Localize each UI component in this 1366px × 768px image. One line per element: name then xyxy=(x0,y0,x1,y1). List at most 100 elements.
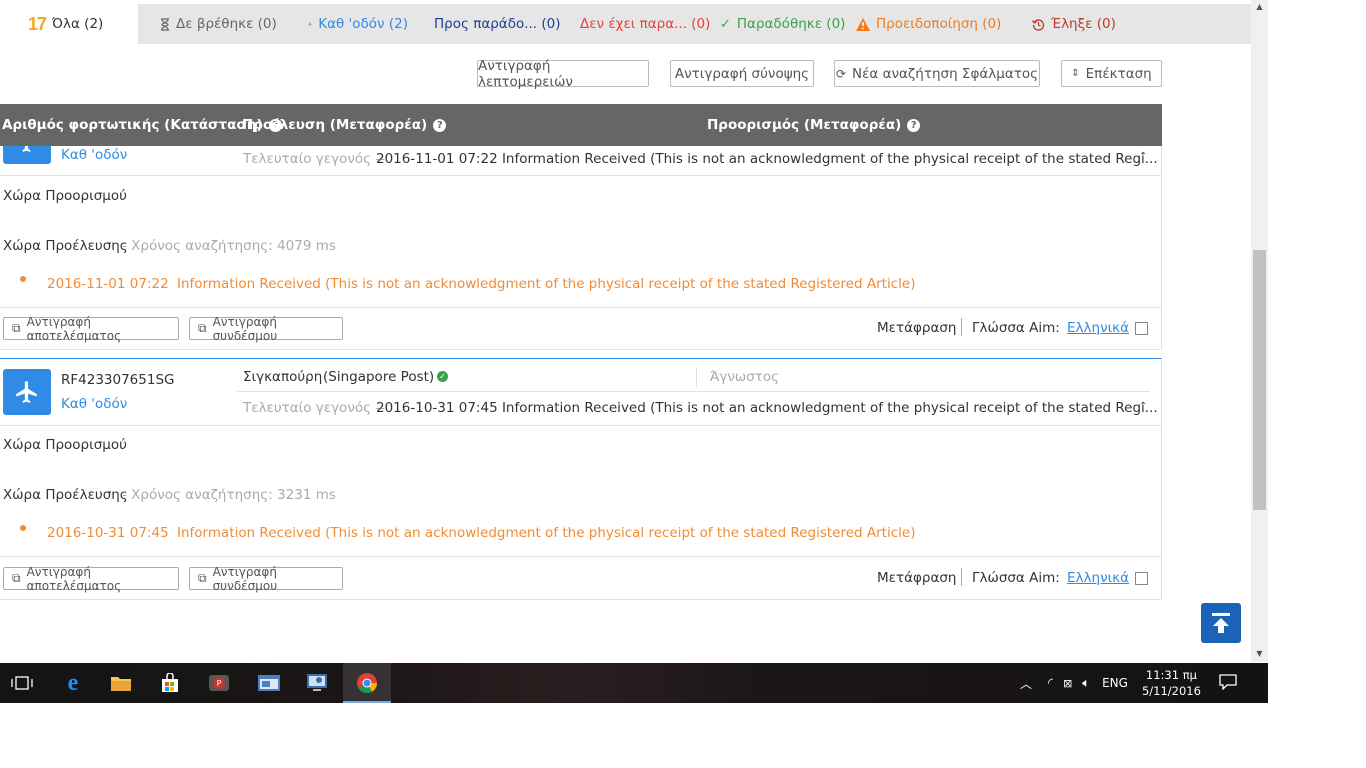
edge-icon[interactable]: e xyxy=(61,670,85,696)
check-icon: ✓ xyxy=(720,16,731,32)
input-language[interactable]: ENG xyxy=(1102,676,1128,690)
scroll-up-arrow-icon[interactable]: ▲ xyxy=(1251,2,1268,12)
logo-17-icon: 17 xyxy=(28,13,47,34)
notification-center-icon[interactable] xyxy=(1219,673,1237,693)
clock-date: 5/11/2016 xyxy=(1141,684,1201,698)
origin-country: Χώρα Προέλευσης xyxy=(3,487,128,503)
tab-label: Δεν έχει παρα... (0) xyxy=(580,16,711,32)
tab-all[interactable]: 17 Όλα (2) xyxy=(0,4,138,44)
copy-details-button[interactable]: Αντιγραφή λεπτομερειών xyxy=(477,58,649,90)
store-icon[interactable] xyxy=(158,671,182,695)
table-header: Αριθμός φορτωτικής (Κατάσταση) ? Προέλευ… xyxy=(0,104,1162,146)
screen-margin xyxy=(1268,0,1366,768)
copy-link-button[interactable]: ⧉ Αντιγραφή συνδέσμου xyxy=(189,564,343,593)
event-dot-icon xyxy=(20,276,26,282)
verified-check-icon: ✓ xyxy=(437,371,448,382)
tab-not-found[interactable]: Δε βρέθηκε (0) xyxy=(138,4,290,44)
copy-icon: ⧉ xyxy=(198,321,207,335)
card-status: Καθ 'οδόν xyxy=(61,396,128,412)
tab-label: Όλα (2) xyxy=(52,16,104,32)
tab-label: Προς παράδο... (0) xyxy=(434,16,561,32)
copy-icon: ⧉ xyxy=(198,571,207,585)
divider xyxy=(0,425,1162,426)
language-label: Γλώσσα Aim: xyxy=(972,320,1060,336)
event-text: Information Received (This is not an ack… xyxy=(177,276,916,292)
copy-result-button[interactable]: ⧉ Αντιγραφή αποτελέσματος xyxy=(3,564,179,593)
event-text: Information Received (This is not an ack… xyxy=(177,525,916,541)
copy-icon: ⧉ xyxy=(12,571,21,585)
app-remote-icon[interactable] xyxy=(305,671,329,695)
refresh-icon: ⟳ xyxy=(835,66,846,81)
task-view-icon[interactable] xyxy=(10,671,34,695)
network-icon[interactable]: ⊠ xyxy=(1063,677,1072,690)
tab-label: Έληξε (0) xyxy=(1051,16,1116,32)
destination-country: Χώρα Προορισμού xyxy=(3,188,127,204)
back-to-top-button[interactable] xyxy=(1201,603,1241,643)
header-tracking-col: Αριθμός φορτωτικής (Κατάσταση) ? xyxy=(2,117,282,133)
translate-label[interactable]: Μετάφραση xyxy=(877,570,956,586)
tab-expired[interactable]: Έληξε (0) xyxy=(1022,4,1142,44)
header-label: Αριθμός φορτωτικής (Κατάσταση) xyxy=(2,117,263,133)
tab-out-for-delivery[interactable]: Προς παράδο... (0) xyxy=(420,4,564,44)
tracking-number[interactable]: RF423307651SG xyxy=(61,372,174,388)
separator xyxy=(961,318,962,336)
tab-label: Παραδόθηκε (0) xyxy=(736,16,846,32)
language-link[interactable]: Ελληνικά xyxy=(1067,570,1129,586)
show-hidden-icons-chevron-icon[interactable]: ︿ xyxy=(1020,675,1032,692)
collapse-chevron-icon[interactable]: ⌃ xyxy=(1139,151,1147,162)
plane-icon xyxy=(16,381,37,403)
translate-checkbox[interactable] xyxy=(1135,572,1148,585)
tab-in-transit[interactable]: Καθ 'οδόν (2) xyxy=(290,4,420,44)
tab-alert[interactable]: Προειδοποίηση (0) xyxy=(848,4,1022,44)
expand-icon: ⇕ xyxy=(1071,68,1080,79)
last-event-text: 2016-11-01 07:22 Information Received (T… xyxy=(376,151,1158,167)
search-time: - Χρόνος αναζήτησης: 3231 ms xyxy=(122,487,336,503)
new-search-button[interactable]: ⟳ Νέα αναζήτηση Σφάλματος xyxy=(834,60,1040,87)
in-transit-status-icon xyxy=(3,369,51,415)
tab-label: Δε βρέθηκε (0) xyxy=(176,16,277,32)
tab-label: Προειδοποίηση (0) xyxy=(876,16,1002,32)
volume-icon[interactable]: 🔈︎ xyxy=(1082,676,1090,691)
screen-margin xyxy=(0,703,1366,768)
copy-result-button[interactable]: ⧉ Αντιγραφή αποτελέσματος xyxy=(3,314,179,343)
plane-icon xyxy=(308,22,312,26)
destination-name: Άγνωστος xyxy=(710,369,780,385)
scrollbar-thumb[interactable] xyxy=(1253,250,1266,510)
app-window-icon[interactable] xyxy=(257,671,281,695)
event-dot-icon xyxy=(20,525,26,531)
tracking-card-2: RF423307651SG Καθ 'οδόν Σιγκαπούρη (Sing… xyxy=(0,358,1162,600)
browser-viewport: 17 Όλα (2) Δε βρέθηκε (0) Καθ 'οδόν (2) … xyxy=(0,0,1268,703)
collapse-chevron-icon[interactable]: ⌃ xyxy=(1139,401,1147,412)
system-tray: ︿ ◜ ⊠ 🔈︎ ENG 11:31 πμ 5/11/2016 xyxy=(1020,663,1237,703)
column-separator xyxy=(696,367,697,387)
help-icon[interactable]: ? xyxy=(433,118,447,132)
file-explorer-icon[interactable] xyxy=(109,671,133,695)
hourglass-icon xyxy=(161,17,169,31)
help-icon[interactable]: ? xyxy=(907,118,921,132)
copy-link-label: Αντιγραφή συνδέσμου xyxy=(212,564,278,593)
expand-button[interactable]: ⇕ Επέκταση xyxy=(1061,60,1162,87)
copy-result-label: Αντιγραφή αποτελέσματος xyxy=(26,314,122,343)
translate-label[interactable]: Μετάφραση xyxy=(877,320,956,336)
card-status: Καθ 'οδόν xyxy=(61,147,128,163)
tab-delivered[interactable]: ✓ Παραδόθηκε (0) xyxy=(710,4,848,44)
divider xyxy=(0,307,1162,308)
header-destination-col: Προορισμός (Μεταφορέα) ? xyxy=(707,117,921,133)
copy-summary-button[interactable]: Αντιγραφή σύνοψης xyxy=(670,60,814,87)
clock[interactable]: 11:31 πμ 5/11/2016 xyxy=(1142,667,1201,699)
expand-label: Επέκταση xyxy=(1085,65,1152,82)
scroll-down-arrow-icon[interactable]: ▼ xyxy=(1251,649,1268,659)
language-link[interactable]: Ελληνικά xyxy=(1067,320,1129,336)
divider xyxy=(0,175,1162,176)
chrome-icon[interactable] xyxy=(355,671,379,695)
header-label: Προορισμός (Μεταφορέα) xyxy=(707,117,902,133)
app-red-icon[interactable]: P xyxy=(207,671,231,695)
tab-undelivered[interactable]: Δεν έχει παρα... (0) xyxy=(564,4,710,44)
header-label: Προέλευση (Μεταφορέα) xyxy=(242,117,428,133)
wifi-icon[interactable]: ◜ xyxy=(1048,676,1053,691)
translate-checkbox[interactable] xyxy=(1135,322,1148,335)
copy-result-label: Αντιγραφή αποτελέσματος xyxy=(26,564,122,593)
search-time: - Χρόνος αναζήτησης: 4079 ms xyxy=(122,238,336,254)
copy-link-button[interactable]: ⧉ Αντιγραφή συνδέσμου xyxy=(189,315,343,343)
status-tabs: 17 Όλα (2) Δε βρέθηκε (0) Καθ 'οδόν (2) … xyxy=(0,4,1251,44)
